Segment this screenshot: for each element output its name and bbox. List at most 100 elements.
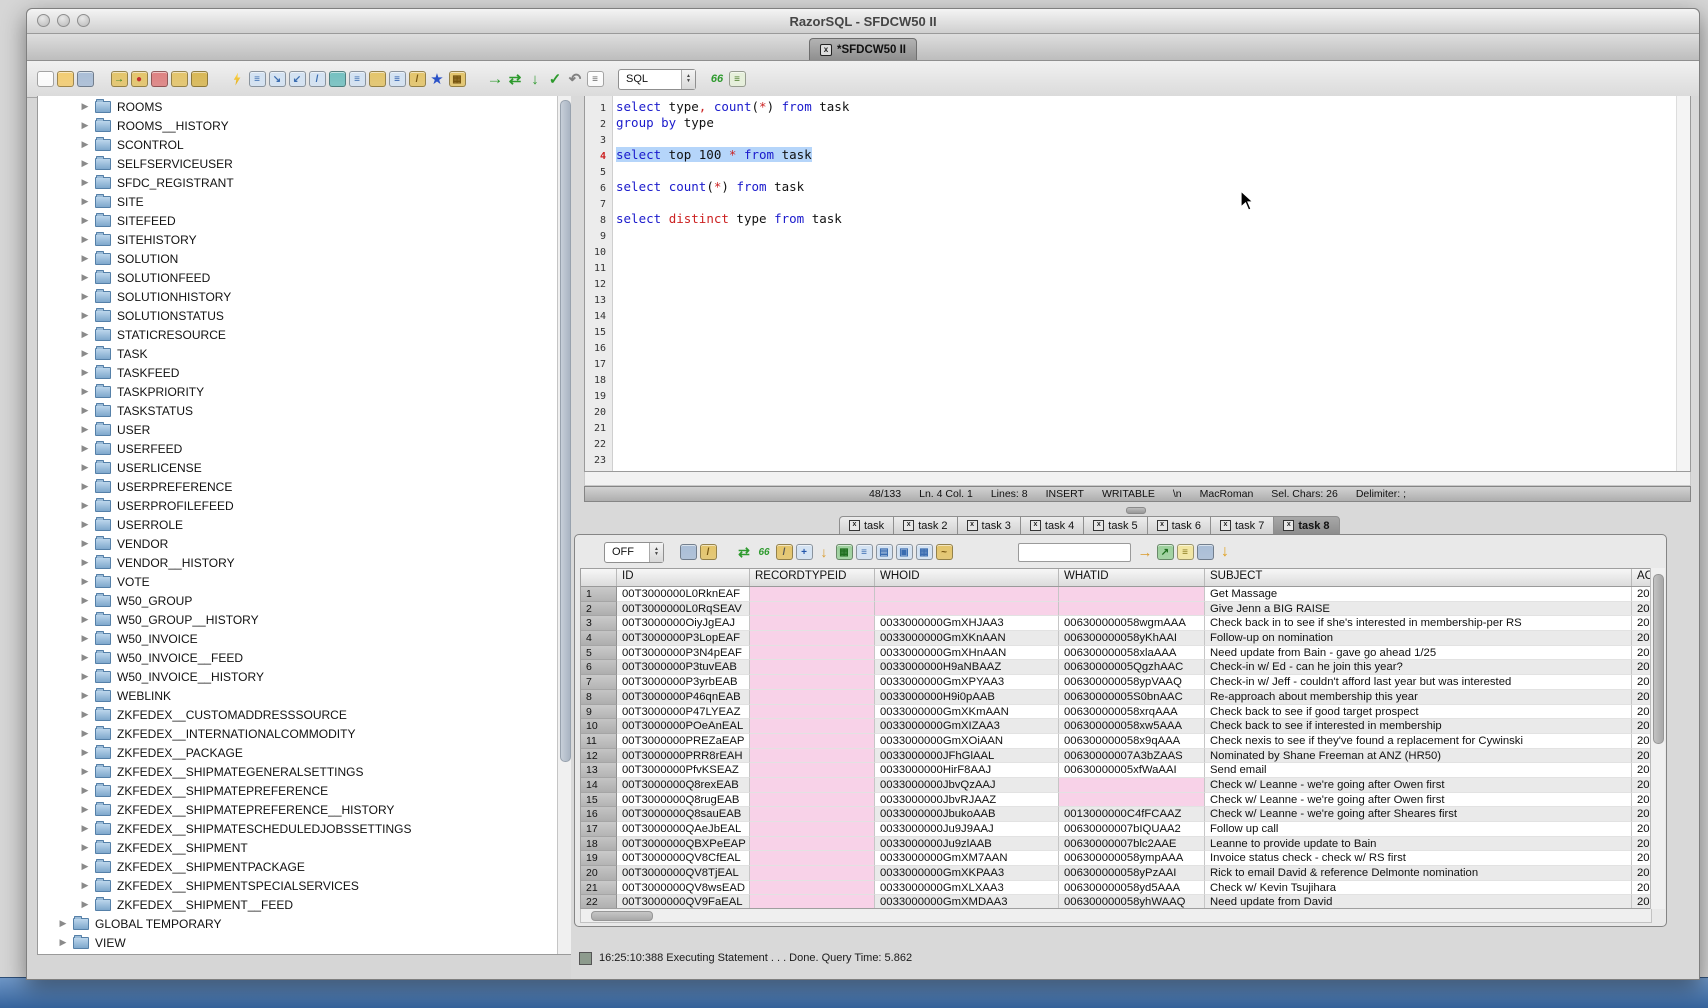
disclosure-triangle-icon[interactable]: ▶: [79, 766, 91, 777]
editor-hscrollbar[interactable]: [584, 472, 1691, 486]
cell-ac[interactable]: 200: [1632, 749, 1652, 764]
cell-whoid[interactable]: 0033000000JbvRJAAZ: [875, 793, 1059, 808]
cell-subject[interactable]: Leanne to provide update to Bain: [1205, 837, 1632, 852]
disclosure-triangle-icon[interactable]: ▶: [57, 937, 69, 948]
grid-row-16[interactable]: 1600T3000000Q8sauEAB0033000000JbukoAAB00…: [581, 807, 1651, 822]
grid-row-2[interactable]: 200T3000000L0RqSEAVGive Jenn a BIG RAISE…: [581, 602, 1651, 617]
tree-item-rooms-history[interactable]: ▶ROOMS__HISTORY: [38, 116, 558, 135]
tab-close-icon[interactable]: x: [1220, 520, 1231, 531]
tree-scrollbar[interactable]: [557, 96, 572, 954]
cell-whatid[interactable]: 00630000007blc2AAE: [1059, 837, 1205, 852]
code-line-23[interactable]: 23: [585, 451, 1676, 467]
cell-whatid[interactable]: 006300000058x9qAAA: [1059, 734, 1205, 749]
grid-row-13[interactable]: 1300T3000000PfvKSEAZ0033000000HirF8AAJ00…: [581, 763, 1651, 778]
goto-arrow-icon[interactable]: →: [1137, 544, 1154, 560]
tab-close-icon[interactable]: x: [820, 44, 832, 56]
cell-ac[interactable]: 200: [1632, 807, 1652, 822]
result-tab-task-3[interactable]: xtask 3: [957, 516, 1020, 535]
db-object-icon[interactable]: [171, 71, 188, 87]
cell-ac[interactable]: 200: [1632, 646, 1652, 661]
grid-row-10[interactable]: 1000T3000000POeAnEAL0033000000GmXIZAA300…: [581, 719, 1651, 734]
cell-whatid[interactable]: [1059, 778, 1205, 793]
result-tab-task-6[interactable]: xtask 6: [1147, 516, 1210, 535]
cell-subject[interactable]: Need update from David: [1205, 895, 1632, 909]
cell-whatid[interactable]: 006300000058ympAAA: [1059, 851, 1205, 866]
cell-whatid[interactable]: 00630000007bIQUAA2: [1059, 822, 1205, 837]
grid-table-refresh-icon[interactable]: ▦: [836, 544, 853, 560]
tree-item-rooms[interactable]: ▶ROOMS: [38, 97, 558, 116]
result-tab-task[interactable]: xtask: [839, 516, 893, 535]
new-file-icon[interactable]: [37, 71, 54, 87]
disclosure-triangle-icon[interactable]: ▶: [79, 823, 91, 834]
tree-item-w50-invoice[interactable]: ▶W50_INVOICE: [38, 629, 558, 648]
row-number-cell[interactable]: 21: [581, 881, 617, 896]
cell-subject[interactable]: Check back in to see if she's interested…: [1205, 616, 1632, 631]
code-line-12[interactable]: 12: [585, 275, 1676, 291]
tree-item-zkfedex-shipment[interactable]: ▶ZKFEDEX__SHIPMENT: [38, 838, 558, 857]
tree-item-vendor[interactable]: ▶VENDOR: [38, 534, 558, 553]
cell-recordtypeid[interactable]: [750, 631, 875, 646]
code-line-14[interactable]: 14: [585, 307, 1676, 323]
grid-vscrollbar-thumb[interactable]: [1653, 574, 1664, 744]
cell-subject[interactable]: Check nexis to see if they've found a re…: [1205, 734, 1632, 749]
disclosure-triangle-icon[interactable]: ▶: [79, 728, 91, 739]
pointer-hand-icon[interactable]: [369, 71, 386, 87]
cell-subject[interactable]: Send email: [1205, 763, 1632, 778]
cell-ac[interactable]: 200: [1632, 763, 1652, 778]
close-button[interactable]: [37, 14, 50, 27]
explain-list-icon[interactable]: ≡: [729, 71, 746, 87]
cell-whatid[interactable]: 00630000005S0bnAAC: [1059, 690, 1205, 705]
grid-list-icon[interactable]: ≡: [856, 544, 873, 560]
code-line-2[interactable]: 2group by type: [585, 115, 1676, 131]
code-line-1[interactable]: 1select type, count(*) from task: [585, 99, 1676, 115]
grid-key-icon[interactable]: ~: [936, 544, 953, 560]
cell-recordtypeid[interactable]: [750, 778, 875, 793]
cell-whatid[interactable]: 006300000058xlaAAA: [1059, 646, 1205, 661]
tree-item-sfdc-registrant[interactable]: ▶SFDC_REGISTRANT: [38, 173, 558, 192]
row-number-cell[interactable]: 9: [581, 705, 617, 720]
tree-item-zkfedex-shipment-feed[interactable]: ▶ZKFEDEX__SHIPMENT__FEED: [38, 895, 558, 914]
cell-whoid[interactable]: 0033000000JbukoAAB: [875, 807, 1059, 822]
grid-row-9[interactable]: 900T3000000P47LYEAZ0033000000GmXKmAAN006…: [581, 705, 1651, 720]
format-sql-icon[interactable]: /: [409, 71, 426, 87]
grid-save-icon[interactable]: [680, 544, 697, 560]
cell-ac[interactable]: 200: [1632, 631, 1652, 646]
cell-whatid[interactable]: 00630000007A3bZAAS: [1059, 749, 1205, 764]
tree-item-scontrol[interactable]: ▶SCONTROL: [38, 135, 558, 154]
connect-icon[interactable]: →: [111, 71, 128, 87]
result-tab-task-2[interactable]: xtask 2: [893, 516, 956, 535]
results-list-icon[interactable]: ≡: [249, 71, 266, 87]
tree-item-zkfedex-package[interactable]: ▶ZKFEDEX__PACKAGE: [38, 743, 558, 762]
check-syntax-icon[interactable]: ✓: [547, 71, 564, 87]
disclosure-triangle-icon[interactable]: ▶: [79, 424, 91, 435]
cell-id[interactable]: 00T3000000P3yrbEAB: [617, 675, 750, 690]
tree-item-vendor-history[interactable]: ▶VENDOR__HISTORY: [38, 553, 558, 572]
cell-whoid[interactable]: 0033000000H9aNBAAZ: [875, 660, 1059, 675]
cell-recordtypeid[interactable]: [750, 837, 875, 852]
cell-whoid[interactable]: 0033000000GmXIZAA3: [875, 719, 1059, 734]
grid-copy-table-icon[interactable]: ▦: [916, 544, 933, 560]
column-header-id[interactable]: ID: [617, 569, 750, 586]
tab-close-icon[interactable]: x: [849, 520, 860, 531]
grid-row-4[interactable]: 400T3000000P3LopEAF0033000000GmXKnAAN006…: [581, 631, 1651, 646]
cell-recordtypeid[interactable]: [750, 851, 875, 866]
tab-close-icon[interactable]: x: [903, 520, 914, 531]
cell-subject[interactable]: Nominated by Shane Freeman at ANZ (HR50): [1205, 749, 1632, 764]
sql-code[interactable]: 1select type, count(*) from task2group b…: [585, 99, 1676, 467]
tree-item-zkfedex-customaddresssource[interactable]: ▶ZKFEDEX__CUSTOMADDRESSSOURCE: [38, 705, 558, 724]
cell-ac[interactable]: 200: [1632, 675, 1652, 690]
edit-document-icon[interactable]: /: [309, 71, 326, 87]
code-line-21[interactable]: 21: [585, 419, 1676, 435]
tree-item-w50-invoice-history[interactable]: ▶W50_INVOICE__HISTORY: [38, 667, 558, 686]
grid-row-11[interactable]: 1100T3000000PREZaEAP0033000000GmXOiAAN00…: [581, 734, 1651, 749]
code-line-6[interactable]: 6select count(*) from task: [585, 179, 1676, 195]
cell-subject[interactable]: Get Massage: [1205, 587, 1632, 602]
cell-whoid[interactable]: 0033000000GmXKPAA3: [875, 866, 1059, 881]
cell-whoid[interactable]: 0033000000GmXM7AAN: [875, 851, 1059, 866]
cell-id[interactable]: 00T3000000Q8rugEAB: [617, 793, 750, 808]
cell-whoid[interactable]: 0033000000Ju9zlAAB: [875, 837, 1059, 852]
disclosure-triangle-icon[interactable]: ▶: [79, 348, 91, 359]
execute-lightning-icon[interactable]: [229, 71, 246, 87]
grid-edit-arrow-icon[interactable]: /: [776, 544, 793, 560]
cell-subject[interactable]: Check-in w/ Jeff - couldn't afford last …: [1205, 675, 1632, 690]
